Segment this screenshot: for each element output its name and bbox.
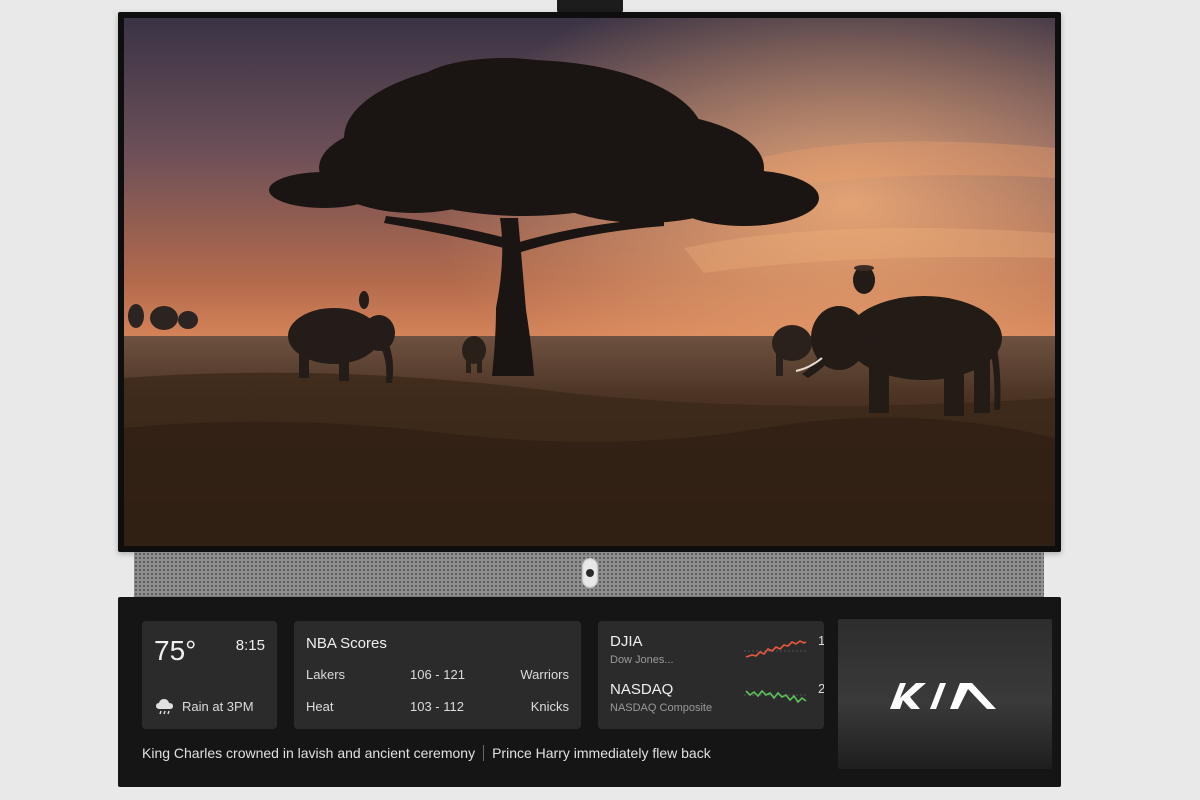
- stock-extra-value: 2: [818, 681, 824, 696]
- ticker-separator: [483, 745, 485, 761]
- screensaver-photo: [124, 18, 1055, 546]
- away-team: Warriors: [520, 667, 569, 682]
- camera-icon: [582, 558, 598, 588]
- kia-logo: [890, 683, 996, 709]
- news-headline: King Charles crowned in lavish and ancie…: [142, 745, 476, 761]
- kia-ad-tile[interactable]: [838, 619, 1052, 769]
- nba-game-row: Heat 103 - 112 Knicks: [306, 699, 569, 717]
- stock-name: Dow Jones...: [610, 654, 674, 666]
- home-team: Heat: [306, 699, 334, 714]
- news-headline: Prince Harry immediately flew back: [492, 745, 711, 761]
- soundbar: [134, 552, 1044, 597]
- stock-extra-value: 1: [818, 633, 824, 648]
- weather-forecast: Rain at 3PM: [182, 699, 254, 714]
- game-score: 106 - 121: [410, 667, 465, 682]
- stock-symbol: DJIA: [610, 633, 643, 650]
- clock-time: 8:15: [235, 637, 265, 654]
- home-team: Lakers: [306, 667, 346, 682]
- djia-sparkline: [744, 640, 808, 658]
- tv-frame: [118, 12, 1061, 552]
- rain-cloud-icon: [156, 699, 173, 715]
- stocks-widget[interactable]: DJIA Dow Jones... 1 NASDAQ NASDAQ Compos…: [598, 621, 824, 729]
- widget-panel: 75° 8:15 Rain at 3PM NBA Scores Lakers 1…: [118, 597, 1061, 787]
- stock-symbol: NASDAQ: [610, 681, 674, 698]
- weather-widget[interactable]: 75° 8:15 Rain at 3PM: [142, 621, 277, 729]
- nba-scores-widget[interactable]: NBA Scores Lakers 106 - 121 Warriors Hea…: [294, 621, 581, 729]
- game-score: 103 - 112: [410, 699, 464, 714]
- news-ticker[interactable]: King Charles crowned in lavish and ancie…: [142, 745, 826, 767]
- temperature: 75°: [154, 635, 197, 666]
- nasdaq-sparkline: [744, 689, 808, 704]
- stock-name: NASDAQ Composite: [610, 702, 713, 714]
- away-team: Knicks: [530, 699, 569, 714]
- nba-game-row: Lakers 106 - 121 Warriors: [306, 667, 569, 685]
- nba-title: NBA Scores: [306, 635, 387, 652]
